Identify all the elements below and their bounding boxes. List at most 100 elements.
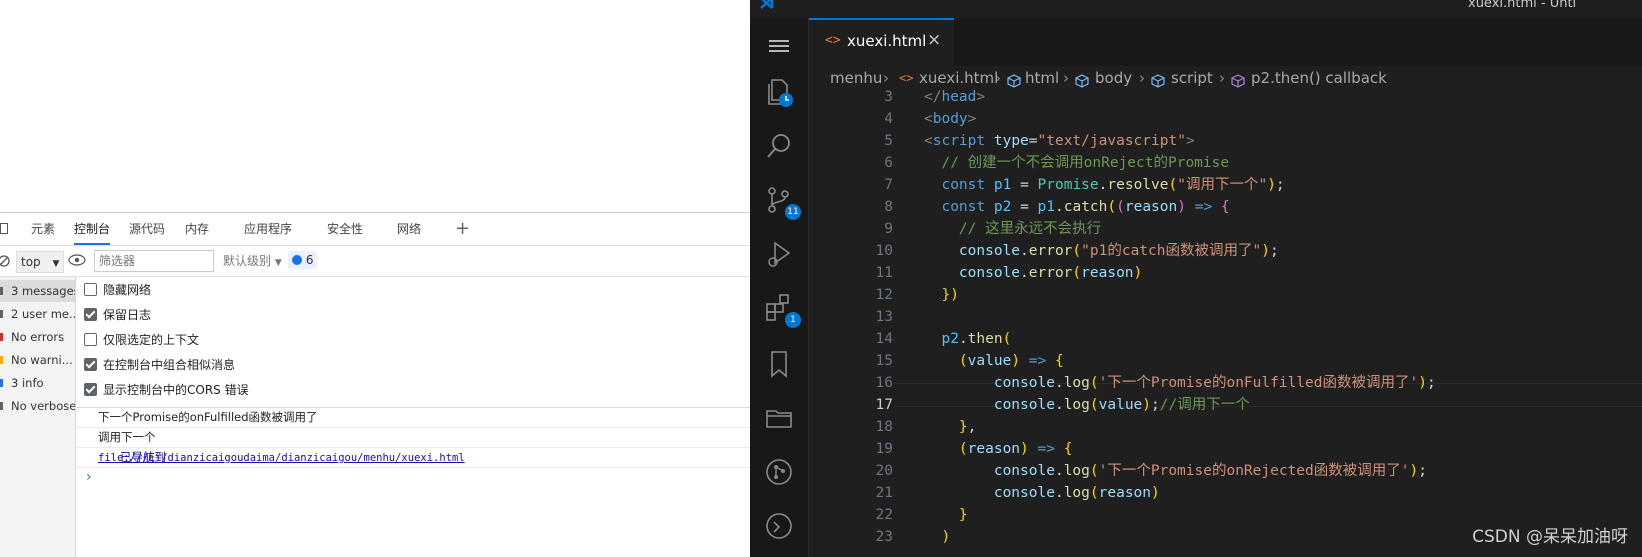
- setting-option[interactable]: 显示控制台中的CORS 错误: [84, 378, 249, 402]
- eye-icon[interactable]: [68, 253, 86, 270]
- editor-tabs: <> xuexi.html ×: [809, 18, 1642, 68]
- line-number: 8: [884, 199, 893, 215]
- code-line[interactable]: // 创建一个不会调用onReject的Promise: [924, 152, 1229, 175]
- line-number: 5: [884, 133, 893, 149]
- chevron-right-icon: ›: [995, 69, 1001, 87]
- context-select[interactable]: top ▼: [16, 251, 65, 273]
- setting-option[interactable]: 保留日志: [84, 303, 151, 327]
- setting-option[interactable]: 仅限选定的上下文: [84, 328, 199, 352]
- code-line[interactable]: // 这里永远不会执行: [924, 218, 1101, 241]
- source-control-badge: 11: [785, 204, 801, 220]
- tab-memory[interactable]: 内存: [185, 213, 209, 245]
- extensions-badge: 1: [785, 312, 801, 328]
- source-control-icon[interactable]: 11: [763, 184, 801, 220]
- chevron-down-icon: ▼: [52, 259, 60, 269]
- sidebar-filter-item[interactable]: No errors: [0, 326, 75, 348]
- watermark: CSDN @呆呆加油呀: [1472, 527, 1628, 547]
- sidebar-filter-item[interactable]: 3 info: [0, 372, 75, 394]
- search-icon[interactable]: [763, 130, 795, 162]
- line-number: 14: [875, 331, 893, 347]
- git-graph-icon[interactable]: [763, 456, 795, 488]
- breadcrumb-item-script[interactable]: script: [1171, 66, 1213, 90]
- code-line[interactable]: console.log(value);//调用下一个: [924, 394, 1250, 417]
- code-line[interactable]: const p2 = p1.catch((reason) => {: [924, 196, 1229, 219]
- setting-label: 显示控制台中的CORS 错误: [103, 383, 249, 397]
- breadcrumb-item-html[interactable]: html: [1025, 66, 1059, 90]
- prompt-chevron-icon: ›: [86, 469, 92, 485]
- code-line[interactable]: }: [924, 504, 968, 527]
- code-line[interactable]: ): [924, 526, 950, 549]
- line-number: 9: [884, 221, 893, 237]
- breadcrumb-item-callback[interactable]: p2.then() callback: [1251, 66, 1387, 90]
- explorer-icon[interactable]: [763, 76, 795, 108]
- console-messages: 下一个Promise的onFulfilled函数被调用了 调用下一个 已导航到 f…: [76, 408, 750, 557]
- code-editor[interactable]: 3 </head> 4 <body> 5 <script type="text/javas…: [809, 89, 1642, 557]
- code-line[interactable]: (reason) => {: [924, 438, 1073, 461]
- log-level-select[interactable]: 默认级别 ▼: [223, 251, 282, 271]
- code-line[interactable]: p2.then(: [924, 328, 1011, 351]
- code-line[interactable]: <body>: [924, 108, 976, 131]
- sidebar-filter-item[interactable]: 2 user me...: [0, 303, 75, 325]
- vscode-window: xuexi.html - Unti 11 1 <> xuexi.html × m…: [750, 0, 1642, 557]
- setting-checkbox[interactable]: [84, 308, 97, 321]
- setting-checkbox[interactable]: [84, 383, 97, 396]
- extensions-icon[interactable]: 1: [763, 292, 801, 328]
- code-line[interactable]: console.log('下一个Promise的onRejected函数被调用了…: [924, 460, 1427, 483]
- sidebar-filter-item[interactable]: 3 messages: [0, 280, 75, 302]
- sidebar-filter-item[interactable]: No warni...: [0, 349, 75, 371]
- code-line[interactable]: </head>: [924, 86, 985, 109]
- code-line[interactable]: const p1 = Promise.resolve("调用下一个");: [924, 174, 1284, 197]
- menu-icon[interactable]: [763, 30, 795, 62]
- code-line[interactable]: (value) => {: [924, 350, 1064, 373]
- line-number: 23: [875, 529, 893, 545]
- run-debug-icon[interactable]: [763, 238, 795, 270]
- code-line[interactable]: console.log(reason): [924, 482, 1160, 505]
- tab-network[interactable]: 网络: [397, 213, 421, 245]
- setting-checkbox[interactable]: [84, 358, 97, 371]
- line-number: 15: [875, 353, 893, 369]
- remote-explorer-icon[interactable]: [763, 510, 795, 542]
- setting-option[interactable]: 在控制台中组合相似消息: [84, 353, 235, 377]
- breadcrumb-item-body[interactable]: body: [1095, 66, 1132, 90]
- code-line[interactable]: }): [924, 284, 958, 307]
- code-line[interactable]: console.error("p1的catch函数被调用了");: [924, 240, 1279, 263]
- folder-icon[interactable]: [763, 402, 795, 434]
- line-number: 3: [884, 89, 893, 105]
- tab-application[interactable]: 应用程序: [244, 213, 292, 245]
- tab-sources[interactable]: 源代码: [129, 213, 165, 245]
- code-line[interactable]: <script type="text/javascript">: [924, 130, 1195, 153]
- sidebar-filter-label: 3 info: [11, 376, 44, 390]
- devtools-tabbar: 元素 控制台 源代码 内存 应用程序 安全性 网络 +: [0, 213, 750, 246]
- console-prompt[interactable]: ›: [76, 468, 750, 487]
- sidebar-filter-label: 3 messages: [11, 284, 75, 298]
- bookmark-icon[interactable]: [763, 348, 795, 380]
- editor-tab-xuexi[interactable]: <> xuexi.html ×: [809, 18, 954, 68]
- tab-console[interactable]: 控制台: [74, 213, 111, 245]
- issues-badge[interactable]: 6: [288, 251, 318, 269]
- filter-input[interactable]: [94, 250, 214, 272]
- console-settings: 隐藏网络 保留日志 仅限选定的上下文 在控制台中组合相似消息显示控制台中的CORS 错…: [76, 277, 750, 408]
- line-number: 17: [875, 397, 893, 413]
- devtools-panel: 元素 控制台 源代码 内存 应用程序 安全性 网络 + top ▼ 默认级别 ▼: [0, 212, 750, 557]
- html-file-icon: <>: [825, 33, 841, 48]
- tab-elements[interactable]: 元素: [31, 213, 55, 245]
- setting-checkbox[interactable]: [84, 333, 97, 346]
- setting-checkbox[interactable]: [84, 283, 97, 296]
- clear-console-icon[interactable]: [0, 254, 12, 271]
- add-tab-icon[interactable]: +: [455, 213, 470, 245]
- code-line[interactable]: console.error(reason): [924, 262, 1142, 285]
- level-marker: [0, 402, 3, 410]
- code-line[interactable]: console.log('下一个Promise的onFulfilled函数被调用…: [924, 372, 1436, 395]
- console-message: 调用下一个: [76, 428, 750, 448]
- tab-security[interactable]: 安全性: [327, 213, 363, 245]
- sidebar-filter-item[interactable]: No verbose: [0, 395, 75, 417]
- close-icon[interactable]: ×: [927, 30, 941, 50]
- device-toggle-icon[interactable]: [0, 213, 10, 245]
- log-level-value: 默认级别: [223, 254, 272, 268]
- tab-label: xuexi.html: [847, 32, 927, 50]
- line-number: 13: [875, 309, 893, 325]
- code-line[interactable]: },: [924, 416, 976, 439]
- setting-option[interactable]: 隐藏网络: [84, 278, 151, 302]
- chevron-right-icon: ›: [1219, 69, 1225, 87]
- chevron-down-icon: ▼: [274, 258, 282, 268]
